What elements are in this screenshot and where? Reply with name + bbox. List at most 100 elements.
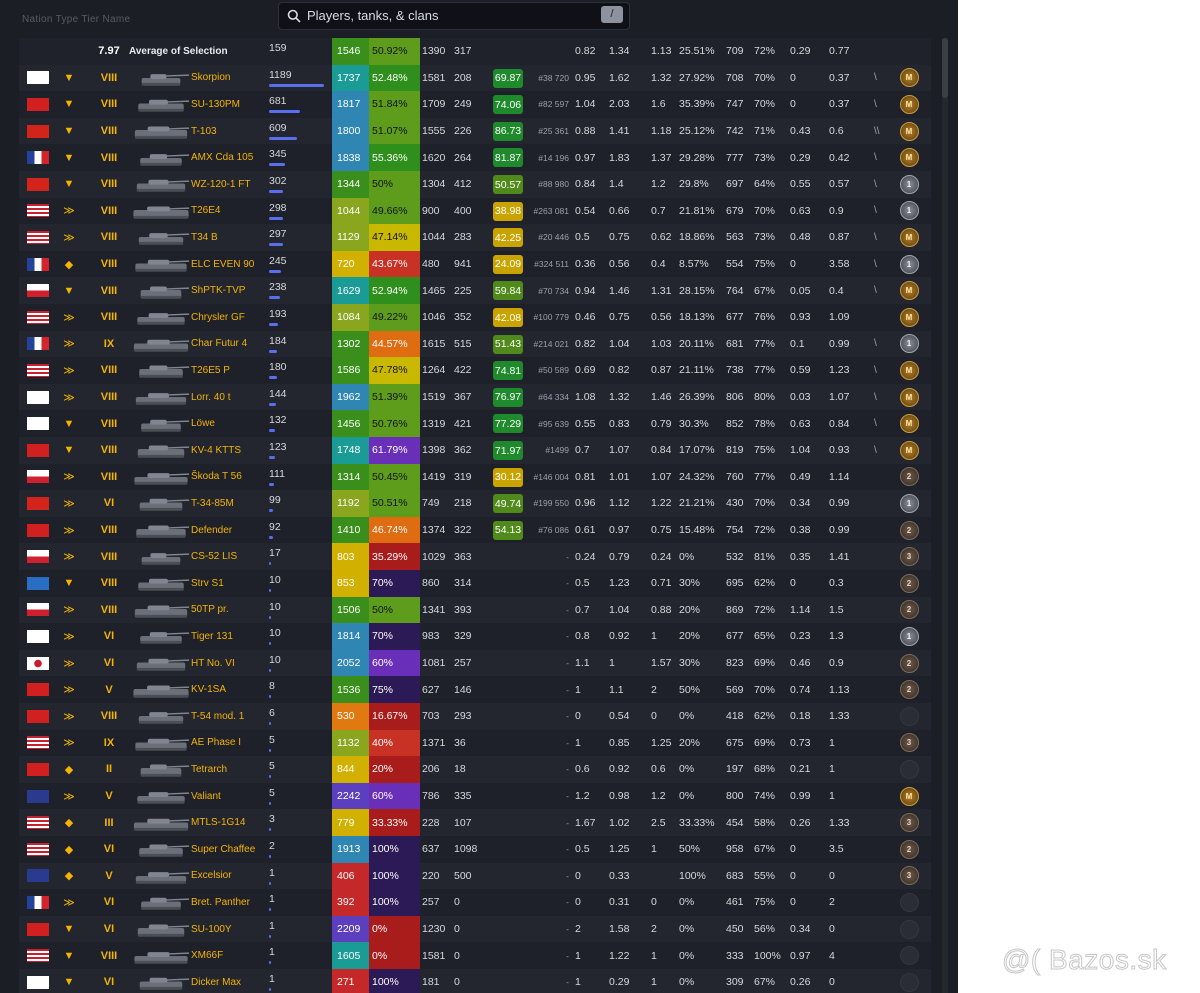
table-row[interactable]: ▼ VIII Skorpion 1189 1737 52.48% 1581 208 69.87 #… [19,64,931,92]
tank-name-link[interactable]: Strv S1 [191,570,271,597]
table-row[interactable]: ≫ VIII T26E4 298 1044 49.66% 900 400 38.98 #263 0… [19,197,931,225]
table-row[interactable]: ≫ VIII T34 B 297 1129 47.14% 1044 283 42.25 #20 4… [19,224,931,251]
table-row[interactable]: ◆ V Excelsior 1 406 100% 220 500-0 0.33 100% 683 55… [19,862,931,890]
tank-name-link[interactable]: Defender [191,517,271,544]
tank-name-link[interactable]: MTLS-1G14 [191,809,271,836]
tank-name-link[interactable]: Chrysler GF [191,304,271,331]
tank-name-link[interactable]: Excelsior [191,863,271,890]
table-row[interactable]: ≫ VIII Defender 92 1410 46.74% 1374 322 54.13 #76… [19,516,931,544]
scrollbar[interactable] [942,38,948,993]
battles-count: 1 [269,863,329,890]
tank-name-link[interactable]: Super Chaffee [191,836,271,863]
table-row[interactable]: ▼ VIII SU-130PM 681 1817 51.84% 1709 249 74.06 #8… [19,91,931,118]
table-row[interactable]: ≫ VIII Lorr. 40 t 144 1962 51.39% 1519 367 76.97… [19,383,931,411]
table-row[interactable]: ≫ V KV-1SA 8 1536 75% 627 146 -1 1.1 2 50% 569 70% 0.7… [19,676,931,703]
stat-1: 1 [575,976,581,989]
tank-name-link[interactable]: KV-1SA [191,676,271,703]
table-row[interactable]: ≫ VIII T-54 mod. 1 6 530 16.67% 703 293-0 0.54 0 0… [19,703,931,730]
table-row[interactable]: ≫ VI T-34-85M 99 1192 50.51% 749 218 49.74 #199 5… [19,490,931,517]
tank-name-link[interactable]: Char Futur 4 [191,331,271,358]
nation-flag-icon [27,277,49,304]
stat-3: 0.62 [651,231,672,244]
tank-name-link[interactable]: XM66F [191,942,271,969]
stat-7: 0.93 [790,311,811,324]
stat-4: 29.8% [679,178,709,191]
tank-name-link[interactable]: ELC EVEN 90 [191,251,271,278]
tank-name-link[interactable]: T-54 mod. 1 [191,703,271,730]
scrollbar-thumb[interactable] [942,38,948,98]
mastery-indicator [874,650,886,677]
tank-name-link[interactable]: AMX Cda 105 [191,144,271,171]
table-row[interactable]: ▼ VIII AMX Cda 105 345 1838 55.36% 1620 264 81.8… [19,144,931,171]
table-row[interactable]: ≫ V Valiant 5 2242 60% 786 335-1.2 0.98 1.2 0% 800 7… [19,782,931,810]
tank-class-icon: ≫ [63,364,75,377]
winrate-cell: 50% [369,596,420,624]
table-row[interactable]: ≫ VIII Chrysler GF 193 1084 49.22% 1046 352 42.0… [19,304,931,331]
tank-name-link[interactable]: 50TP pr. [191,597,271,624]
table-row[interactable]: ◆ VI Super Chaffee 2 1913 100% 637 1098-0.5 1.25… [19,836,931,863]
stat-7: 0 [790,896,796,909]
table-row[interactable]: ▼ VIII Löwe 132 1456 50.76% 1319 421 77.29 #95 63… [19,410,931,437]
stat-8: 0.87 [829,231,850,244]
tank-name-link[interactable]: CS-52 LIS [191,543,271,570]
table-row[interactable]: ≫ VI HT No. VI 10 2052 60% 1081 257 -1.1 1 1.57 30%… [19,649,931,677]
tank-name-link[interactable]: SU-130PM [191,91,271,118]
table-row[interactable]: ≫ VIII T26E5 P 180 1586 47.78% 1264 422 74.81 #50… [19,357,931,384]
tank-name-link[interactable]: T26E5 P [191,357,271,384]
table-row[interactable]: ▼ VIII ShPTK-TVP 238 1629 52.94% 1465 225 59.84 #… [19,277,931,304]
table-row[interactable]: ≫ IX Char Futur 4 184 1302 44.57% 1615 515 51.43… [19,330,931,358]
table-row[interactable]: ▼ VI SU-100Y 1 2209 0% 1230 0-2 1.58 2 0% 450 56% 0.3… [19,915,931,943]
table-row[interactable]: ▼ VIII KV-4 KTTS 123 1748 61.79% 1398 362 71.97 #… [19,437,931,464]
tank-name-link[interactable]: WZ-120-1 FT [191,171,271,198]
table-row[interactable]: ◆ VIII ELC EVEN 90 245 720 43.67% 480 941 24.09 #… [19,250,931,278]
tank-name-link[interactable]: T-103 [191,118,271,145]
table-row[interactable]: ▼ VIII WZ-120-1 FT 302 1344 50% 1304 412 50.57 #8… [19,171,931,198]
tank-name-link[interactable]: KV-4 KTTS [191,437,271,464]
table-row[interactable]: ◆ II Tetrarch 5 844 20% 206 18-0.6 0.92 0.6 0% 197 6… [19,756,931,783]
tank-name-link[interactable]: T26E4 [191,198,271,225]
table-row[interactable]: ≫ VI Bret. Panther 1 392 100% 257 0-0 0.31 0 0% 461… [19,889,931,916]
tank-name-link[interactable]: Löwe [191,410,271,437]
table-row[interactable]: ◆ III MTLS-1G14 3 779 33.33% 228 107-1.67 1.02 2.… [19,809,931,836]
table-row[interactable]: ▼ VIII XM66F 1 1605 0% 1581 0-1 1.22 1 0% 333 100% 0.… [19,942,931,969]
avg-damage: 1419 [422,470,446,483]
stat-6: 70% [754,497,776,510]
tank-image-icon [131,331,191,358]
table-row[interactable]: ≫ IX AE Phase I 5 1132 40% 1371 36-1 0.85 1.25 20%… [19,729,931,757]
tank-name-link[interactable]: Lorr. 40 t [191,384,271,411]
mastery-indicator: \ [874,98,877,110]
tank-name-link[interactable]: HT No. VI [191,650,271,677]
table-row[interactable]: ≫ VIII 50TP pr. 10 1506 50% 1341 393 -0.7 1.04 0.8… [19,596,931,624]
tank-name-link[interactable]: Tetrarch [191,756,271,783]
tank-name-link[interactable]: Bret. Panther [191,889,271,916]
table-row[interactable]: ▼ VI Dicker Max 1 271 100% 181 0-1 0.29 1 0% 309 67%… [19,969,931,993]
avg-xp: 218 [454,497,472,510]
table-row[interactable]: ≫ VIII CS-52 LIS 17 803 35.29% 1029 363-0.24 0.7… [19,543,931,570]
table-row[interactable]: ▼ VIII T-103 609 1800 51.07% 1555 226 86.73 #25 3… [19,117,931,145]
tank-name-link[interactable]: Valiant [191,783,271,810]
tank-image-icon [131,730,191,757]
table-row[interactable]: ≫ VIII Škoda T 56 111 1314 50.45% 1419 319 30.12… [19,463,931,491]
tank-name-link[interactable]: Škoda T 56 [191,464,271,491]
search-input[interactable]: Players, tanks, & clans [307,8,439,23]
tank-name-link[interactable]: SU-100Y [191,916,271,943]
mastery-medal-icon: M [898,118,920,145]
stat-1: 0.95 [575,71,596,84]
tank-name-link[interactable]: AE Phase I [191,730,271,757]
table-row[interactable]: ≫ VI Tiger 131 10 1814 70% 983 329 -0.8 0.92 1 20% 6… [19,623,931,650]
tank-name-link[interactable]: Dicker Max [191,969,271,993]
tank-name-link[interactable]: Skorpion [191,65,271,92]
stat-8: 0 [829,869,835,882]
tank-name-link[interactable]: ShPTK-TVP [191,277,271,304]
avg-label: Average of Selection [129,45,228,57]
tank-class-icon: ≫ [63,790,75,803]
tank-name-link[interactable]: T-34-85M [191,490,271,517]
tank-name-link[interactable]: Tiger 131 [191,623,271,650]
tank-name-link[interactable]: T34 B [191,224,271,251]
avg-damage: 257 [422,896,440,909]
avg-xp: 0 [454,896,460,909]
search-box[interactable]: Players, tanks, & clans / [278,2,630,30]
table-row[interactable]: ▼ VIII Strv S1 10 853 70% 860 314 -0.5 1.23 0.71 30… [19,570,931,597]
wn8-cell: 271 [332,969,373,993]
moe-badge: 51.43 [493,334,523,354]
